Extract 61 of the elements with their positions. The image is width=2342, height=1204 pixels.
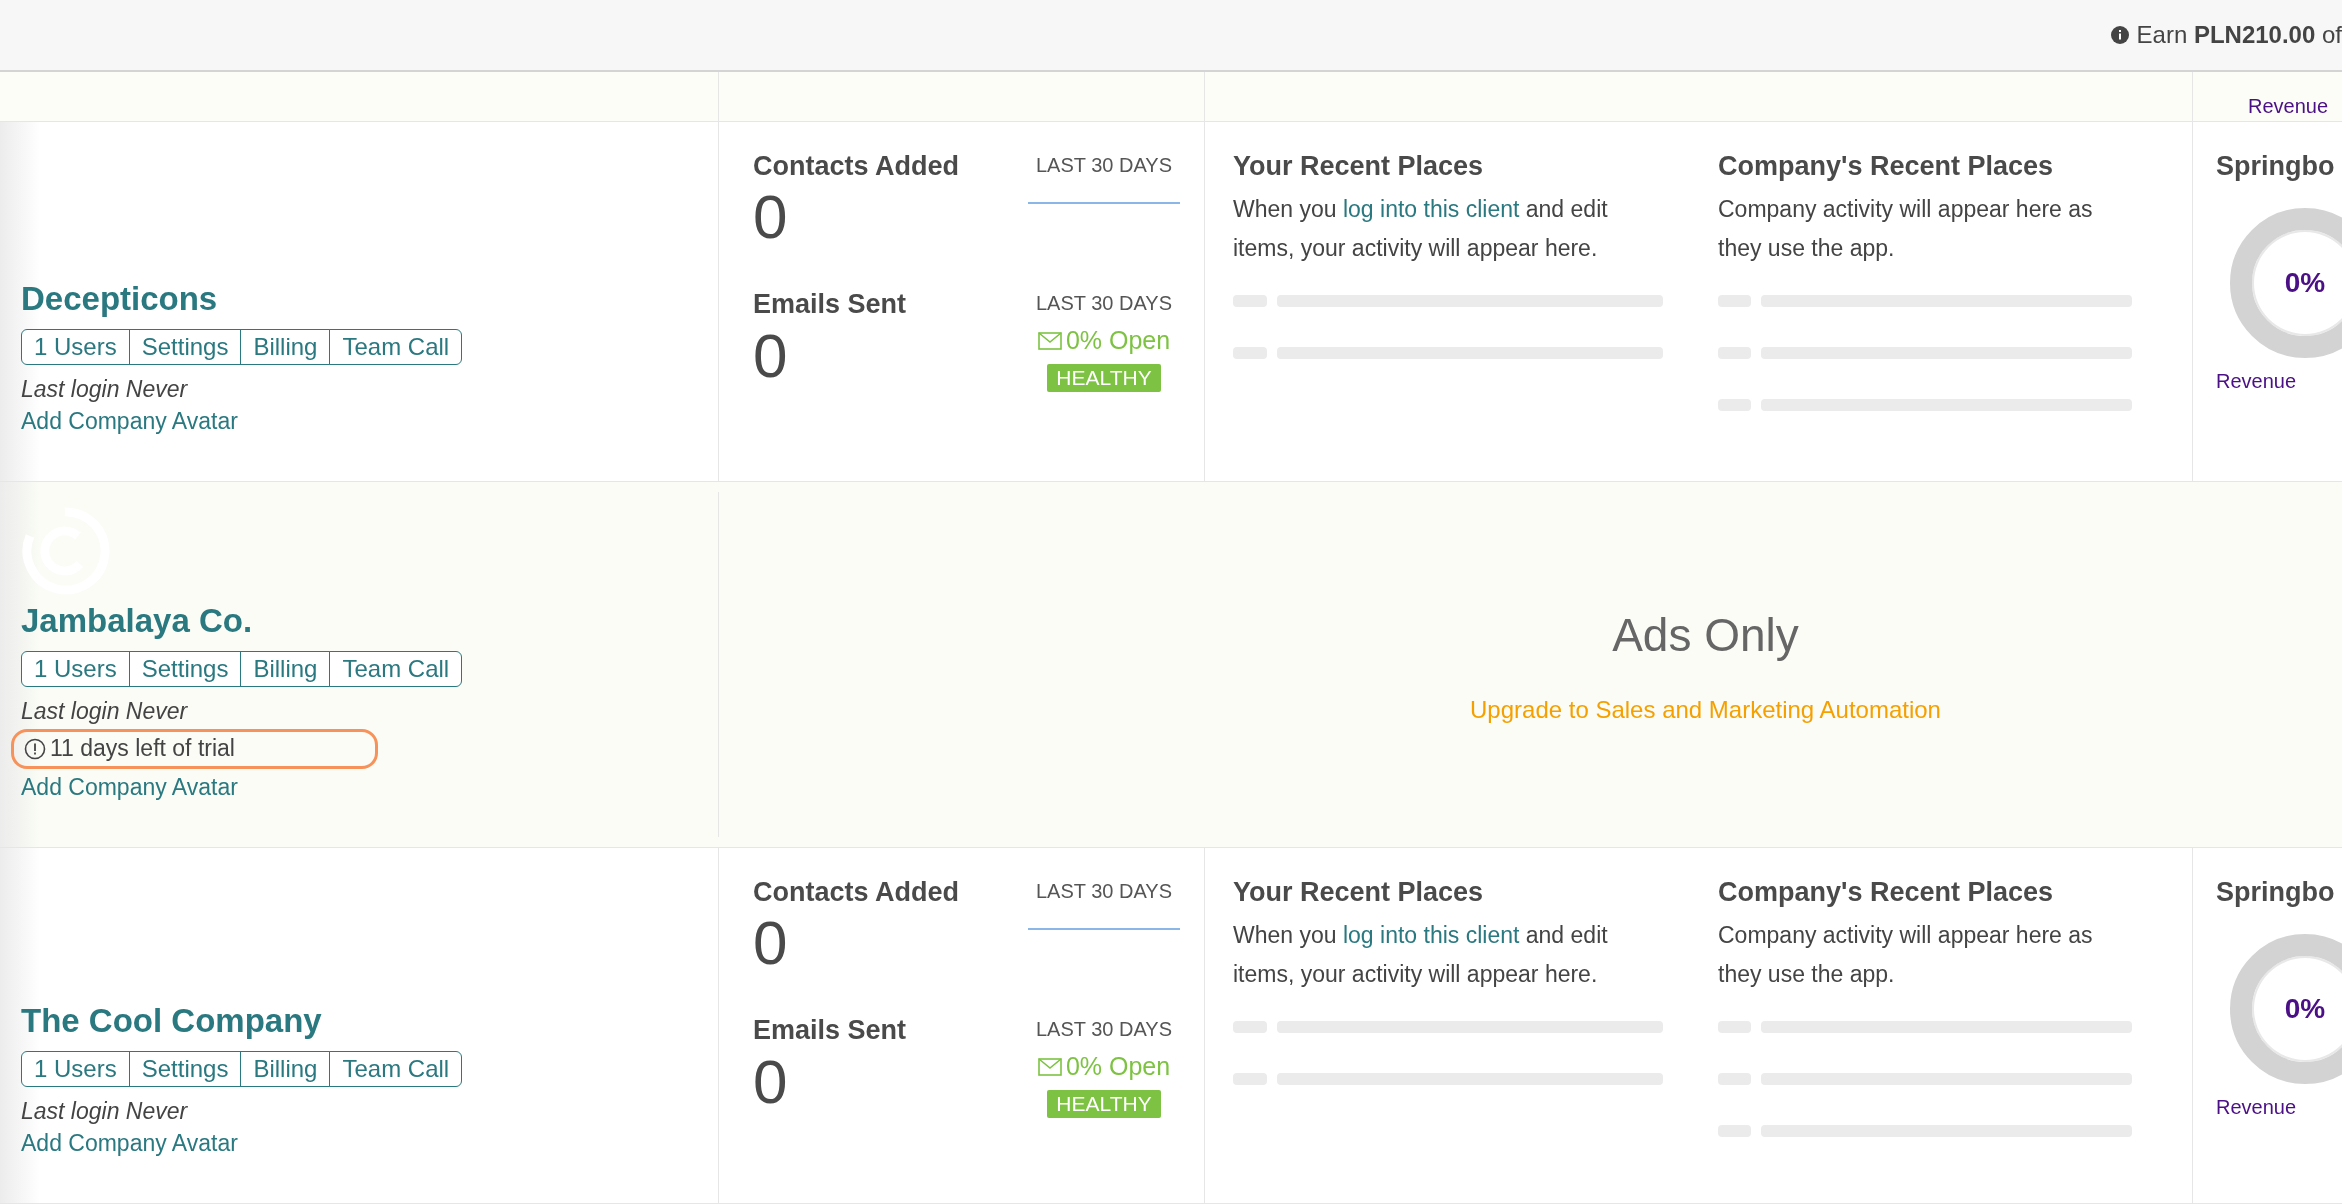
- company-button[interactable]: Billing: [240, 1050, 331, 1087]
- envelope-icon: [1037, 1058, 1062, 1077]
- alert-icon: [24, 737, 46, 760]
- last-login-text: Last login Never: [21, 374, 189, 404]
- open-rate: 0% Open: [1037, 322, 1171, 360]
- add-avatar-link[interactable]: Add Company Avatar: [21, 1126, 718, 1159]
- client-login-link[interactable]: log into this client: [1342, 196, 1520, 223]
- revenue-label: Revenue: [2216, 369, 2298, 395]
- company-button[interactable]: Settings: [128, 328, 242, 365]
- section-title: Your Recent Places: [1233, 876, 1485, 909]
- stat-value: 0: [753, 912, 789, 975]
- trial-notice: 11 days left of trial: [11, 728, 378, 769]
- company-button[interactable]: 1 Users: [21, 1050, 130, 1087]
- envelope-icon: [1037, 332, 1062, 351]
- section-title: Company's Recent Places: [1718, 150, 2055, 183]
- stat-title: Contacts Added: [753, 876, 959, 909]
- company-name[interactable]: The Cool Company: [21, 1001, 718, 1041]
- company-button[interactable]: Team Call: [329, 328, 463, 365]
- company-button[interactable]: Settings: [128, 1050, 242, 1087]
- stat-title: Emails Sent: [753, 288, 907, 321]
- revenue-label: Revenue: [2248, 94, 2329, 119]
- period-label: LAST 30 DAYS: [1036, 1017, 1172, 1043]
- description-text: When you log into this client and edit items, your activity will appear here.: [1233, 195, 1609, 264]
- section-title: Springbo: [2216, 876, 2336, 909]
- last-login-text: Last login Never: [21, 697, 189, 727]
- section-title: Springbo: [2216, 150, 2336, 183]
- company-name[interactable]: Jambalaya Co.: [21, 601, 718, 642]
- open-rate: 0% Open: [1037, 1048, 1171, 1086]
- company-button[interactable]: 1 Users: [21, 328, 130, 365]
- period-label: LAST 30 DAYS: [1036, 291, 1172, 317]
- add-avatar-link[interactable]: Add Company Avatar: [21, 770, 718, 803]
- info-icon: [2110, 26, 2129, 44]
- description-text: When you log into this client and edit items, your activity will appear here.: [1233, 921, 1609, 990]
- section-title: Company's Recent Places: [1718, 876, 2055, 909]
- company-name[interactable]: Decepticons: [21, 279, 718, 319]
- donut-value: 0%: [2284, 992, 2326, 1027]
- description-text: Company activity will appear here as they use the app.: [1718, 195, 2094, 264]
- donut-value: 0%: [2284, 266, 2326, 301]
- health-badge: HEALTHY: [1047, 1089, 1161, 1119]
- client-login-link[interactable]: log into this client: [1342, 922, 1520, 949]
- plan-title: Ads Only: [1612, 608, 1799, 663]
- stat-title: Contacts Added: [753, 150, 959, 183]
- company-button[interactable]: Settings: [128, 651, 242, 688]
- stat-value: 0: [753, 1050, 789, 1113]
- stat-title: Emails Sent: [753, 1014, 907, 1047]
- add-avatar-link[interactable]: Add Company Avatar: [21, 404, 718, 437]
- company-button[interactable]: Team Call: [329, 651, 463, 688]
- company-button[interactable]: Team Call: [329, 1050, 463, 1087]
- stat-value: 0: [753, 186, 789, 249]
- company-button[interactable]: Billing: [240, 328, 331, 365]
- period-label: LAST 30 DAYS: [1036, 879, 1172, 904]
- period-label: LAST 30 DAYS: [1036, 153, 1172, 178]
- stat-value: 0: [753, 324, 789, 387]
- last-login-text: Last login Never: [21, 1096, 189, 1126]
- section-title: Your Recent Places: [1233, 150, 1485, 183]
- health-badge: HEALTHY: [1047, 363, 1161, 393]
- description-text: Company activity will appear here as they use the app.: [1718, 921, 2094, 990]
- promo-text: Earn PLN210.00 of: [2136, 20, 2342, 50]
- company-button[interactable]: Billing: [240, 651, 331, 688]
- revenue-label: Revenue: [2216, 1095, 2298, 1121]
- company-button[interactable]: 1 Users: [21, 651, 130, 688]
